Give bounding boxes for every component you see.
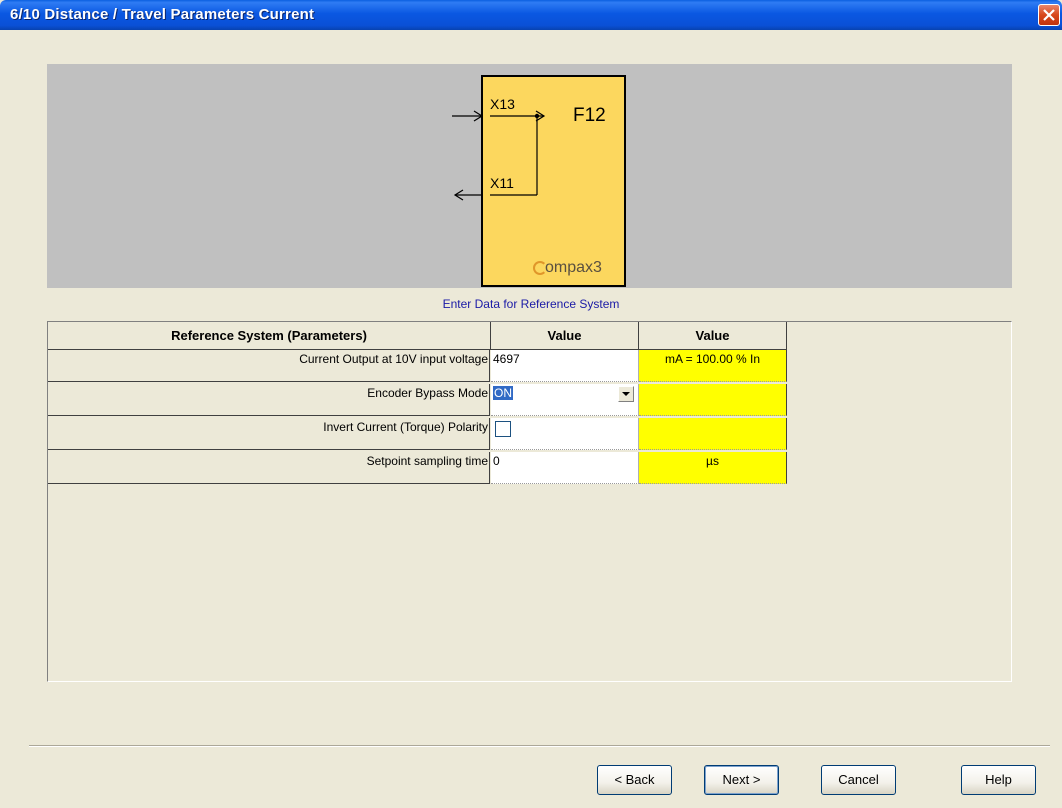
unit-current-output: mA = 100.00 % In	[639, 350, 787, 382]
encoder-bypass-dropdown[interactable]: ON	[491, 384, 639, 416]
help-button[interactable]: Help	[961, 765, 1036, 795]
column-header-unit[interactable]: Value	[639, 322, 787, 350]
value-sampling-time[interactable]: 0	[491, 452, 639, 484]
footer-divider	[29, 745, 1050, 747]
invert-polarity-cell[interactable]	[491, 418, 639, 450]
parameter-grid[interactable]: Reference System (Parameters) Value Valu…	[47, 321, 1012, 682]
invert-polarity-checkbox[interactable]	[495, 421, 511, 437]
column-header-value[interactable]: Value	[491, 322, 639, 350]
cancel-button[interactable]: Cancel	[821, 765, 896, 795]
next-button[interactable]: Next >	[704, 765, 779, 795]
row-label-encoder-bypass: Encoder Bypass Mode	[48, 384, 490, 416]
row-label-current-output: Current Output at 10V input voltage	[48, 350, 490, 382]
unit-sampling-time: µs	[639, 452, 787, 484]
encoder-bypass-selected: ON	[493, 386, 513, 400]
section-caption: Enter Data for Reference System	[442, 297, 620, 311]
port-x11-label: X11	[490, 175, 514, 191]
diagram-lines	[452, 110, 546, 201]
column-header-parameters[interactable]: Reference System (Parameters)	[48, 322, 491, 350]
row-label-sampling-time: Setpoint sampling time	[48, 452, 490, 484]
back-button[interactable]: < Back	[597, 765, 672, 795]
chevron-down-icon[interactable]	[618, 386, 634, 402]
unit-invert-polarity	[639, 418, 787, 450]
output-f12-label: F12	[573, 105, 606, 126]
brand-logo-text: ompax3	[545, 259, 602, 276]
value-current-output[interactable]: 4697	[491, 350, 639, 382]
unit-encoder-bypass	[639, 384, 787, 416]
row-label-invert-polarity: Invert Current (Torque) Polarity	[48, 418, 490, 450]
port-x13-label: X13	[490, 96, 515, 112]
